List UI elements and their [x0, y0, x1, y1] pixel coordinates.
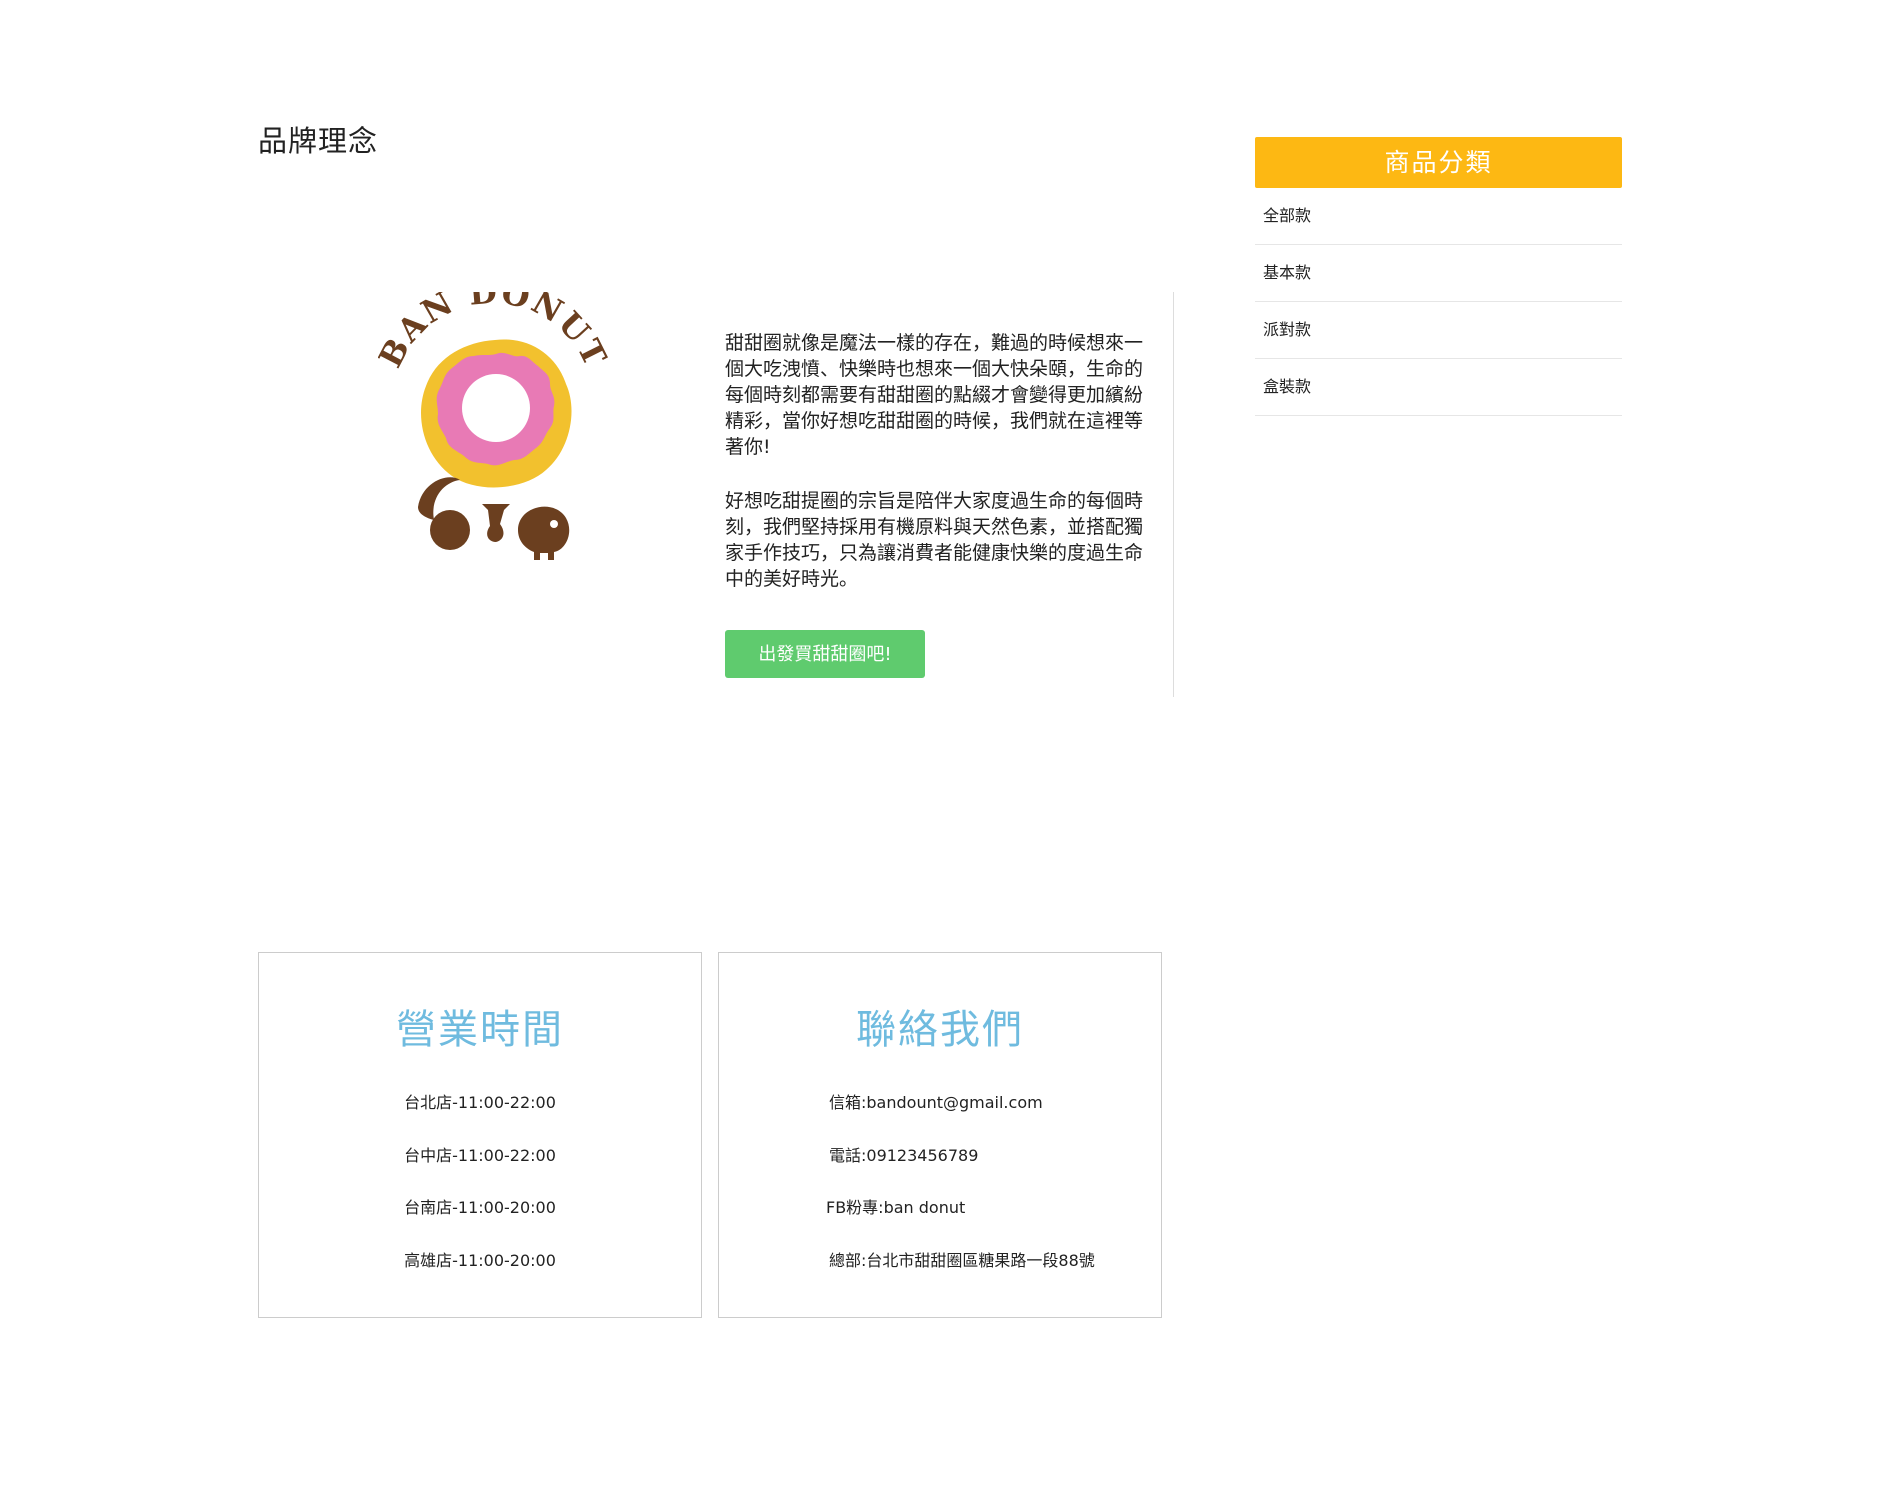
hours-item-taichung: 台中店-11:00-22:00 — [404, 1145, 556, 1165]
category-item-boxed[interactable]: 盒裝款 — [1255, 359, 1622, 416]
contact-item-phone: 電話:09123456789 — [829, 1145, 979, 1165]
vertical-divider — [1173, 292, 1174, 697]
category-header: 商品分類 — [1255, 137, 1622, 188]
hours-item-kaohsiung: 高雄店-11:00-20:00 — [404, 1250, 556, 1270]
category-item-party[interactable]: 派對款 — [1255, 302, 1622, 359]
business-hours-list: 台北店-11:00-22:00 台中店-11:00-22:00 台南店-11:0… — [259, 1077, 701, 1287]
ball-shape — [430, 510, 470, 550]
contact-item-facebook: FB粉專:ban donut — [826, 1198, 966, 1217]
hours-item-taipei: 台北店-11:00-22:00 — [404, 1093, 556, 1112]
contact-item-email: 信箱:bandount@gmail.com — [829, 1093, 1043, 1112]
contact-title: 聯絡我們 — [856, 1007, 1024, 1053]
bug-shape — [518, 506, 570, 560]
buy-donut-button[interactable]: 出發買甜甜圈吧! — [725, 630, 925, 678]
brand-text: 甜甜圈就像是魔法一樣的存在，難過的時候想來一個大吃洩憤、快樂時也想來一個大快朵頤… — [725, 330, 1155, 678]
category-item-basic[interactable]: 基本款 — [1255, 245, 1622, 302]
ban-donut-logo: BAN DONUT — [371, 272, 613, 572]
donut-hole — [462, 374, 530, 442]
contact-box: 聯絡我們 信箱:bandount@gmail.com 電話:0912345678… — [718, 952, 1162, 1318]
contact-list: 信箱:bandount@gmail.com 電話:09123456789 FB粉… — [719, 1077, 1161, 1287]
category-list: 全部款 基本款 派對款 盒裝款 — [1255, 188, 1622, 416]
category-item-all[interactable]: 全部款 — [1255, 188, 1622, 245]
business-hours-title: 營業時間 — [396, 1007, 564, 1053]
brand-section: BAN DONUT 甜甜圈就像是魔法一樣的存在，難過的時候想來一個大吃洩憤、快樂… — [258, 272, 1174, 697]
business-hours-box: 營業時間 台北店-11:00-22:00 台中店-11:00-22:00 台南店… — [258, 952, 702, 1318]
contact-item-headquarters: 總部:台北市甜甜圈區糖果路一段88號 — [829, 1250, 1095, 1270]
page-title: 品牌理念 — [258, 124, 379, 158]
hours-item-tainan: 台南店-11:00-20:00 — [404, 1198, 556, 1217]
brand-paragraph-2: 好想吃甜提圈的宗旨是陪伴大家度過生命的每個時刻，我們堅持採用有機原料與天然色素，… — [725, 490, 1144, 590]
brand-paragraph-1: 甜甜圈就像是魔法一樣的存在，難過的時候想來一個大吃洩憤、快樂時也想來一個大快朵頤… — [725, 332, 1144, 458]
mushroom-shape — [482, 504, 510, 542]
category-panel: 商品分類 全部款 基本款 派對款 盒裝款 — [1255, 137, 1622, 416]
